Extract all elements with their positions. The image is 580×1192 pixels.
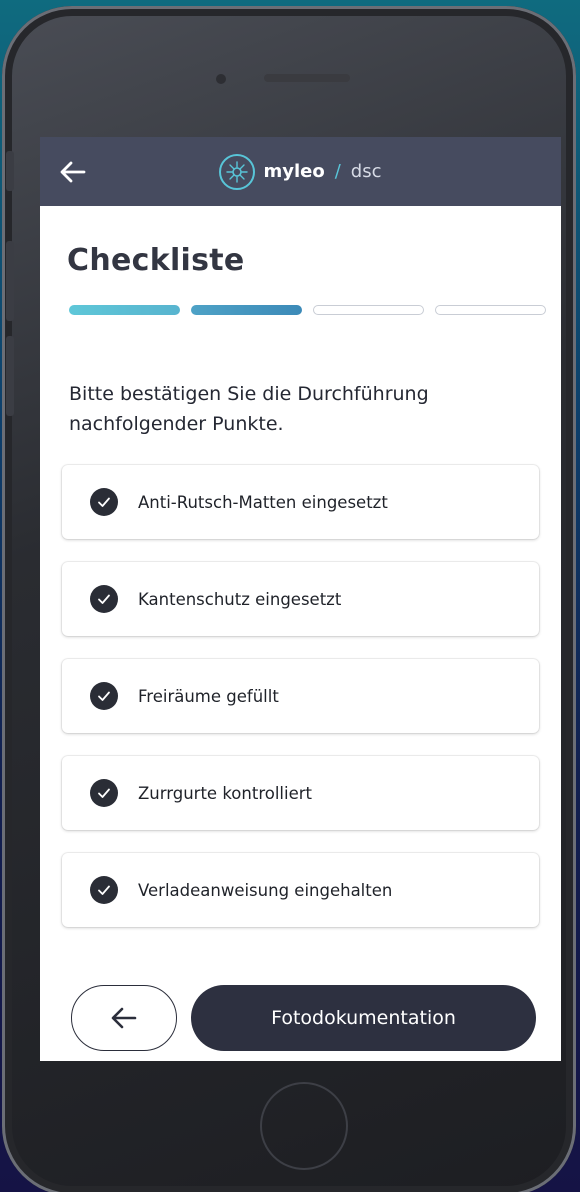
brand-separator: /: [334, 161, 341, 182]
checklist: Anti-Rutsch-Matten eingesetzt Kantenschu…: [62, 465, 539, 950]
checklist-item-label: Verladeanweisung eingehalten: [138, 880, 393, 900]
checklist-item-label: Zurrgurte kontrolliert: [138, 783, 312, 803]
checklist-item[interactable]: Verladeanweisung eingehalten: [62, 853, 539, 927]
check-circle-icon: [90, 779, 118, 807]
step-progress: [69, 305, 546, 315]
top-bar: myleo / dsc: [40, 137, 561, 206]
check-circle-icon: [90, 585, 118, 613]
check-circle-icon: [90, 488, 118, 516]
checklist-item[interactable]: Zurrgurte kontrolliert: [62, 756, 539, 830]
checklist-item[interactable]: Kantenschutz eingesetzt: [62, 562, 539, 636]
arrow-left-icon[interactable]: [58, 157, 88, 187]
progress-step-2: [191, 305, 302, 315]
checklist-item-label: Freiräume gefüllt: [138, 686, 279, 706]
brand-sub: dsc: [350, 161, 382, 182]
page-title: Checkliste: [67, 243, 245, 278]
photo-documentation-button[interactable]: Fotodokumentation: [191, 985, 536, 1051]
progress-step-4: [435, 305, 546, 315]
checklist-item[interactable]: Anti-Rutsch-Matten eingesetzt: [62, 465, 539, 539]
brand-logo: myleo / dsc: [219, 153, 382, 190]
volume-up-button: [6, 241, 14, 321]
progress-step-1: [69, 305, 180, 315]
check-circle-icon: [90, 876, 118, 904]
footer-actions: Fotodokumentation: [71, 985, 536, 1051]
mute-switch: [6, 151, 14, 191]
checklist-item-label: Kantenschutz eingesetzt: [138, 589, 342, 609]
intro-text: Bitte bestätigen Sie die Durchführung na…: [69, 383, 429, 435]
home-button[interactable]: [260, 1082, 348, 1170]
volume-down-button: [6, 336, 14, 416]
checklist-item[interactable]: Freiräume gefüllt: [62, 659, 539, 733]
check-circle-icon: [90, 682, 118, 710]
earpiece-speaker: [264, 74, 350, 82]
front-camera: [216, 74, 226, 84]
brand-name: myleo: [263, 161, 325, 182]
compass-logo-icon: [219, 153, 256, 190]
progress-step-3: [313, 305, 424, 315]
back-button[interactable]: [71, 985, 177, 1051]
app-screen: myleo / dsc Checkliste Bitte bestätigen …: [40, 137, 561, 1061]
checklist-item-label: Anti-Rutsch-Matten eingesetzt: [138, 492, 388, 512]
arrow-left-icon: [111, 1007, 137, 1029]
